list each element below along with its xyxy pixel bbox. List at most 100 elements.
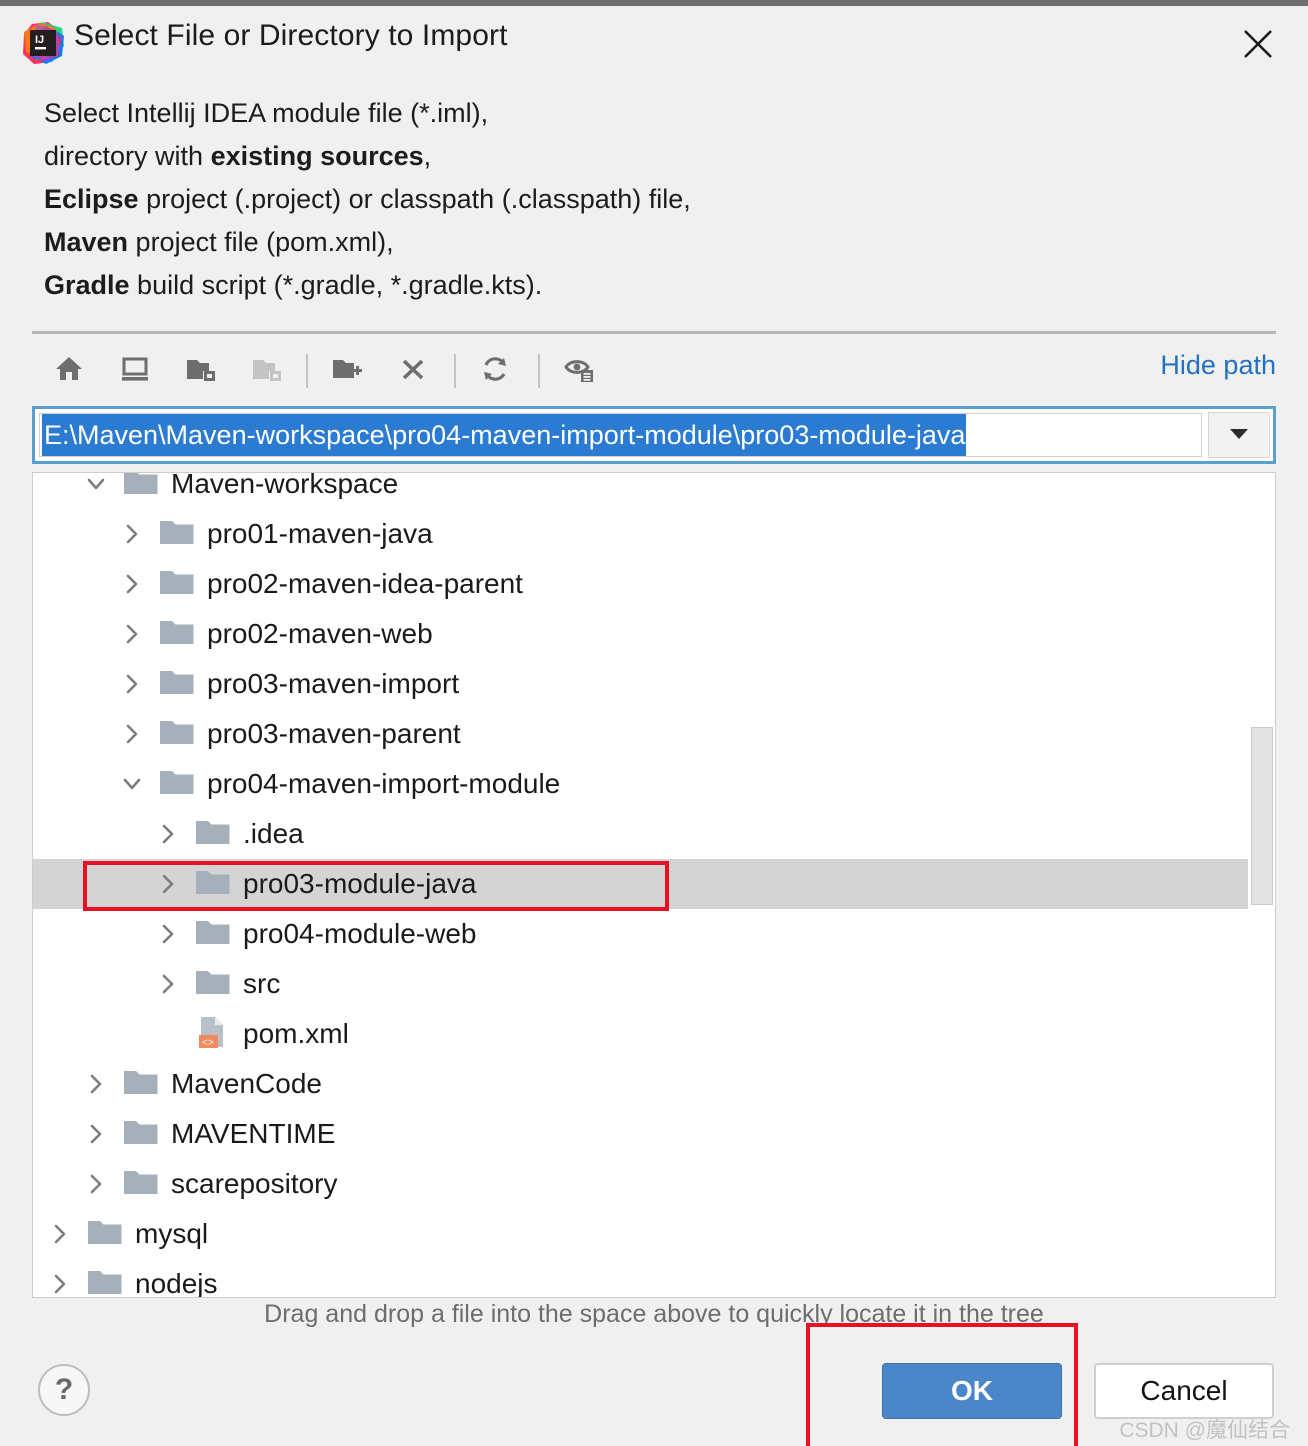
description-line-4: Maven project file (pom.xml), [44, 227, 394, 257]
folder-icon [195, 917, 231, 952]
chevron-right-icon[interactable] [119, 571, 145, 597]
tree-row-label: src [243, 968, 281, 999]
project-folder-icon [185, 353, 217, 390]
tree-row-label: pro03-maven-parent [207, 718, 461, 749]
toolbar-separator [538, 354, 540, 388]
tree-row[interactable]: <> pom.xml [33, 1009, 1248, 1059]
tree-row[interactable]: pro04-module-web [33, 909, 1248, 959]
tree-row[interactable]: pro02-maven-idea-parent [33, 559, 1248, 609]
ok-button[interactable]: OK [882, 1363, 1062, 1419]
tree-scrollbar-track[interactable] [1249, 473, 1275, 1297]
tree-row-label: pro02-maven-idea-parent [207, 568, 523, 599]
folder-icon [87, 1217, 123, 1252]
chevron-right-icon[interactable] [155, 821, 181, 847]
folder-icon [123, 1117, 159, 1152]
chevron-right-icon[interactable] [119, 671, 145, 697]
folder-icon [87, 1267, 123, 1298]
chevron-right-icon[interactable] [47, 1271, 73, 1297]
project-directory-button[interactable] [178, 348, 224, 394]
folder-icon [195, 867, 231, 902]
svg-text:IJ: IJ [35, 34, 44, 46]
tree-row[interactable]: MavenCode [33, 1059, 1248, 1109]
tree-row[interactable]: pro01-maven-java [33, 509, 1248, 559]
path-input-value: E:\Maven\Maven-workspace\pro04-maven-imp… [42, 414, 967, 456]
show-hidden-files-icon [563, 353, 595, 390]
tree-row[interactable]: pro02-maven-web [33, 609, 1248, 659]
cancel-button[interactable]: Cancel [1094, 1363, 1274, 1419]
chevron-down-icon [1227, 425, 1251, 446]
folder-icon [159, 717, 195, 752]
description-line-3: Eclipse project (.project) or classpath … [44, 184, 691, 214]
tree-row-label: pro04-maven-import-module [207, 768, 561, 799]
watermark: CSDN @魔仙结合 [1119, 1419, 1290, 1442]
tree-row-label: mysql [135, 1218, 209, 1249]
tree-row-label: MAVENTIME [171, 1118, 336, 1149]
file-chooser-toolbar: Hide path [32, 340, 1276, 400]
chevron-right-icon[interactable] [119, 521, 145, 547]
close-icon[interactable] [1238, 24, 1278, 64]
home-button[interactable] [46, 348, 92, 394]
chevron-right-icon[interactable] [83, 1171, 109, 1197]
tree-scrollbar-thumb[interactable] [1251, 727, 1273, 905]
tree-row[interactable]: MAVENTIME [33, 1109, 1248, 1159]
path-combo-box[interactable]: E:\Maven\Maven-workspace\pro04-maven-imp… [32, 406, 1276, 464]
desktop-button[interactable] [112, 348, 158, 394]
tree-row[interactable]: pro03-maven-import [33, 659, 1248, 709]
svg-text:<>: <> [202, 1037, 214, 1048]
description-line-5: Gradle build script (*.gradle, *.gradle.… [44, 270, 543, 300]
toolbar-separator [306, 354, 308, 388]
home-icon [53, 353, 85, 390]
toolbar-separator [454, 354, 456, 388]
show-hidden-files-button[interactable] [556, 348, 602, 394]
tree-row-label: MavenCode [171, 1068, 322, 1099]
chevron-right-icon[interactable] [83, 1121, 109, 1147]
tree-row-label: pom.xml [243, 1018, 349, 1049]
tree-row[interactable]: pro04-maven-import-module [33, 759, 1248, 809]
chevron-right-icon[interactable] [155, 871, 181, 897]
intellij-idea-logo-icon: IJ [22, 22, 64, 64]
chevron-right-icon[interactable] [155, 921, 181, 947]
tree-row[interactable]: pro03-maven-parent [33, 709, 1248, 759]
tree-row[interactable]: scarepository [33, 1159, 1248, 1209]
help-button[interactable]: ? [38, 1364, 90, 1416]
tree-row-label: .idea [243, 818, 304, 849]
section-divider [32, 331, 1276, 334]
tree-row[interactable]: .idea [33, 809, 1248, 859]
folder-icon [123, 473, 159, 502]
new-folder-icon [331, 353, 363, 390]
chevron-down-icon[interactable] [119, 771, 145, 797]
tree-row-label: nodejs [135, 1268, 218, 1298]
xml-file-icon: <> [195, 1015, 231, 1054]
description-line-2: directory with existing sources, [44, 141, 432, 171]
module-folder-icon [251, 353, 283, 390]
chevron-down-icon[interactable] [83, 473, 109, 497]
tree-row[interactable]: Maven-workspace [33, 473, 1248, 509]
path-dropdown-button[interactable] [1208, 412, 1270, 458]
folder-icon [159, 667, 195, 702]
tree-row-label: pro01-maven-java [207, 518, 433, 549]
refresh-button[interactable] [472, 348, 518, 394]
hide-path-link[interactable]: Hide path [1160, 350, 1276, 381]
tree-row[interactable]: pro03-module-java [33, 859, 1248, 909]
tree-row-label: pro02-maven-web [207, 618, 433, 649]
tree-row[interactable]: nodejs [33, 1259, 1248, 1298]
path-input[interactable]: E:\Maven\Maven-workspace\pro04-maven-imp… [39, 413, 1202, 457]
folder-icon [159, 767, 195, 802]
tree-row-label: pro04-module-web [243, 918, 477, 949]
folder-icon [195, 817, 231, 852]
chevron-right-icon[interactable] [119, 621, 145, 647]
chevron-right-icon[interactable] [83, 1071, 109, 1097]
folder-icon [123, 1067, 159, 1102]
desktop-icon [119, 353, 151, 390]
chevron-right-icon[interactable] [47, 1221, 73, 1247]
chevron-right-icon[interactable] [155, 971, 181, 997]
module-directory-button[interactable] [244, 348, 290, 394]
new-folder-button[interactable] [324, 348, 370, 394]
chevron-right-icon[interactable] [119, 721, 145, 747]
tree-row[interactable]: src [33, 959, 1248, 1009]
directory-tree[interactable]: Maven-workspace pro01-maven-java pro02-mav… [32, 472, 1276, 1298]
folder-icon [159, 567, 195, 602]
tree-row-label: pro03-maven-import [207, 668, 460, 699]
tree-row[interactable]: mysql [33, 1209, 1248, 1259]
delete-button[interactable] [390, 348, 436, 394]
